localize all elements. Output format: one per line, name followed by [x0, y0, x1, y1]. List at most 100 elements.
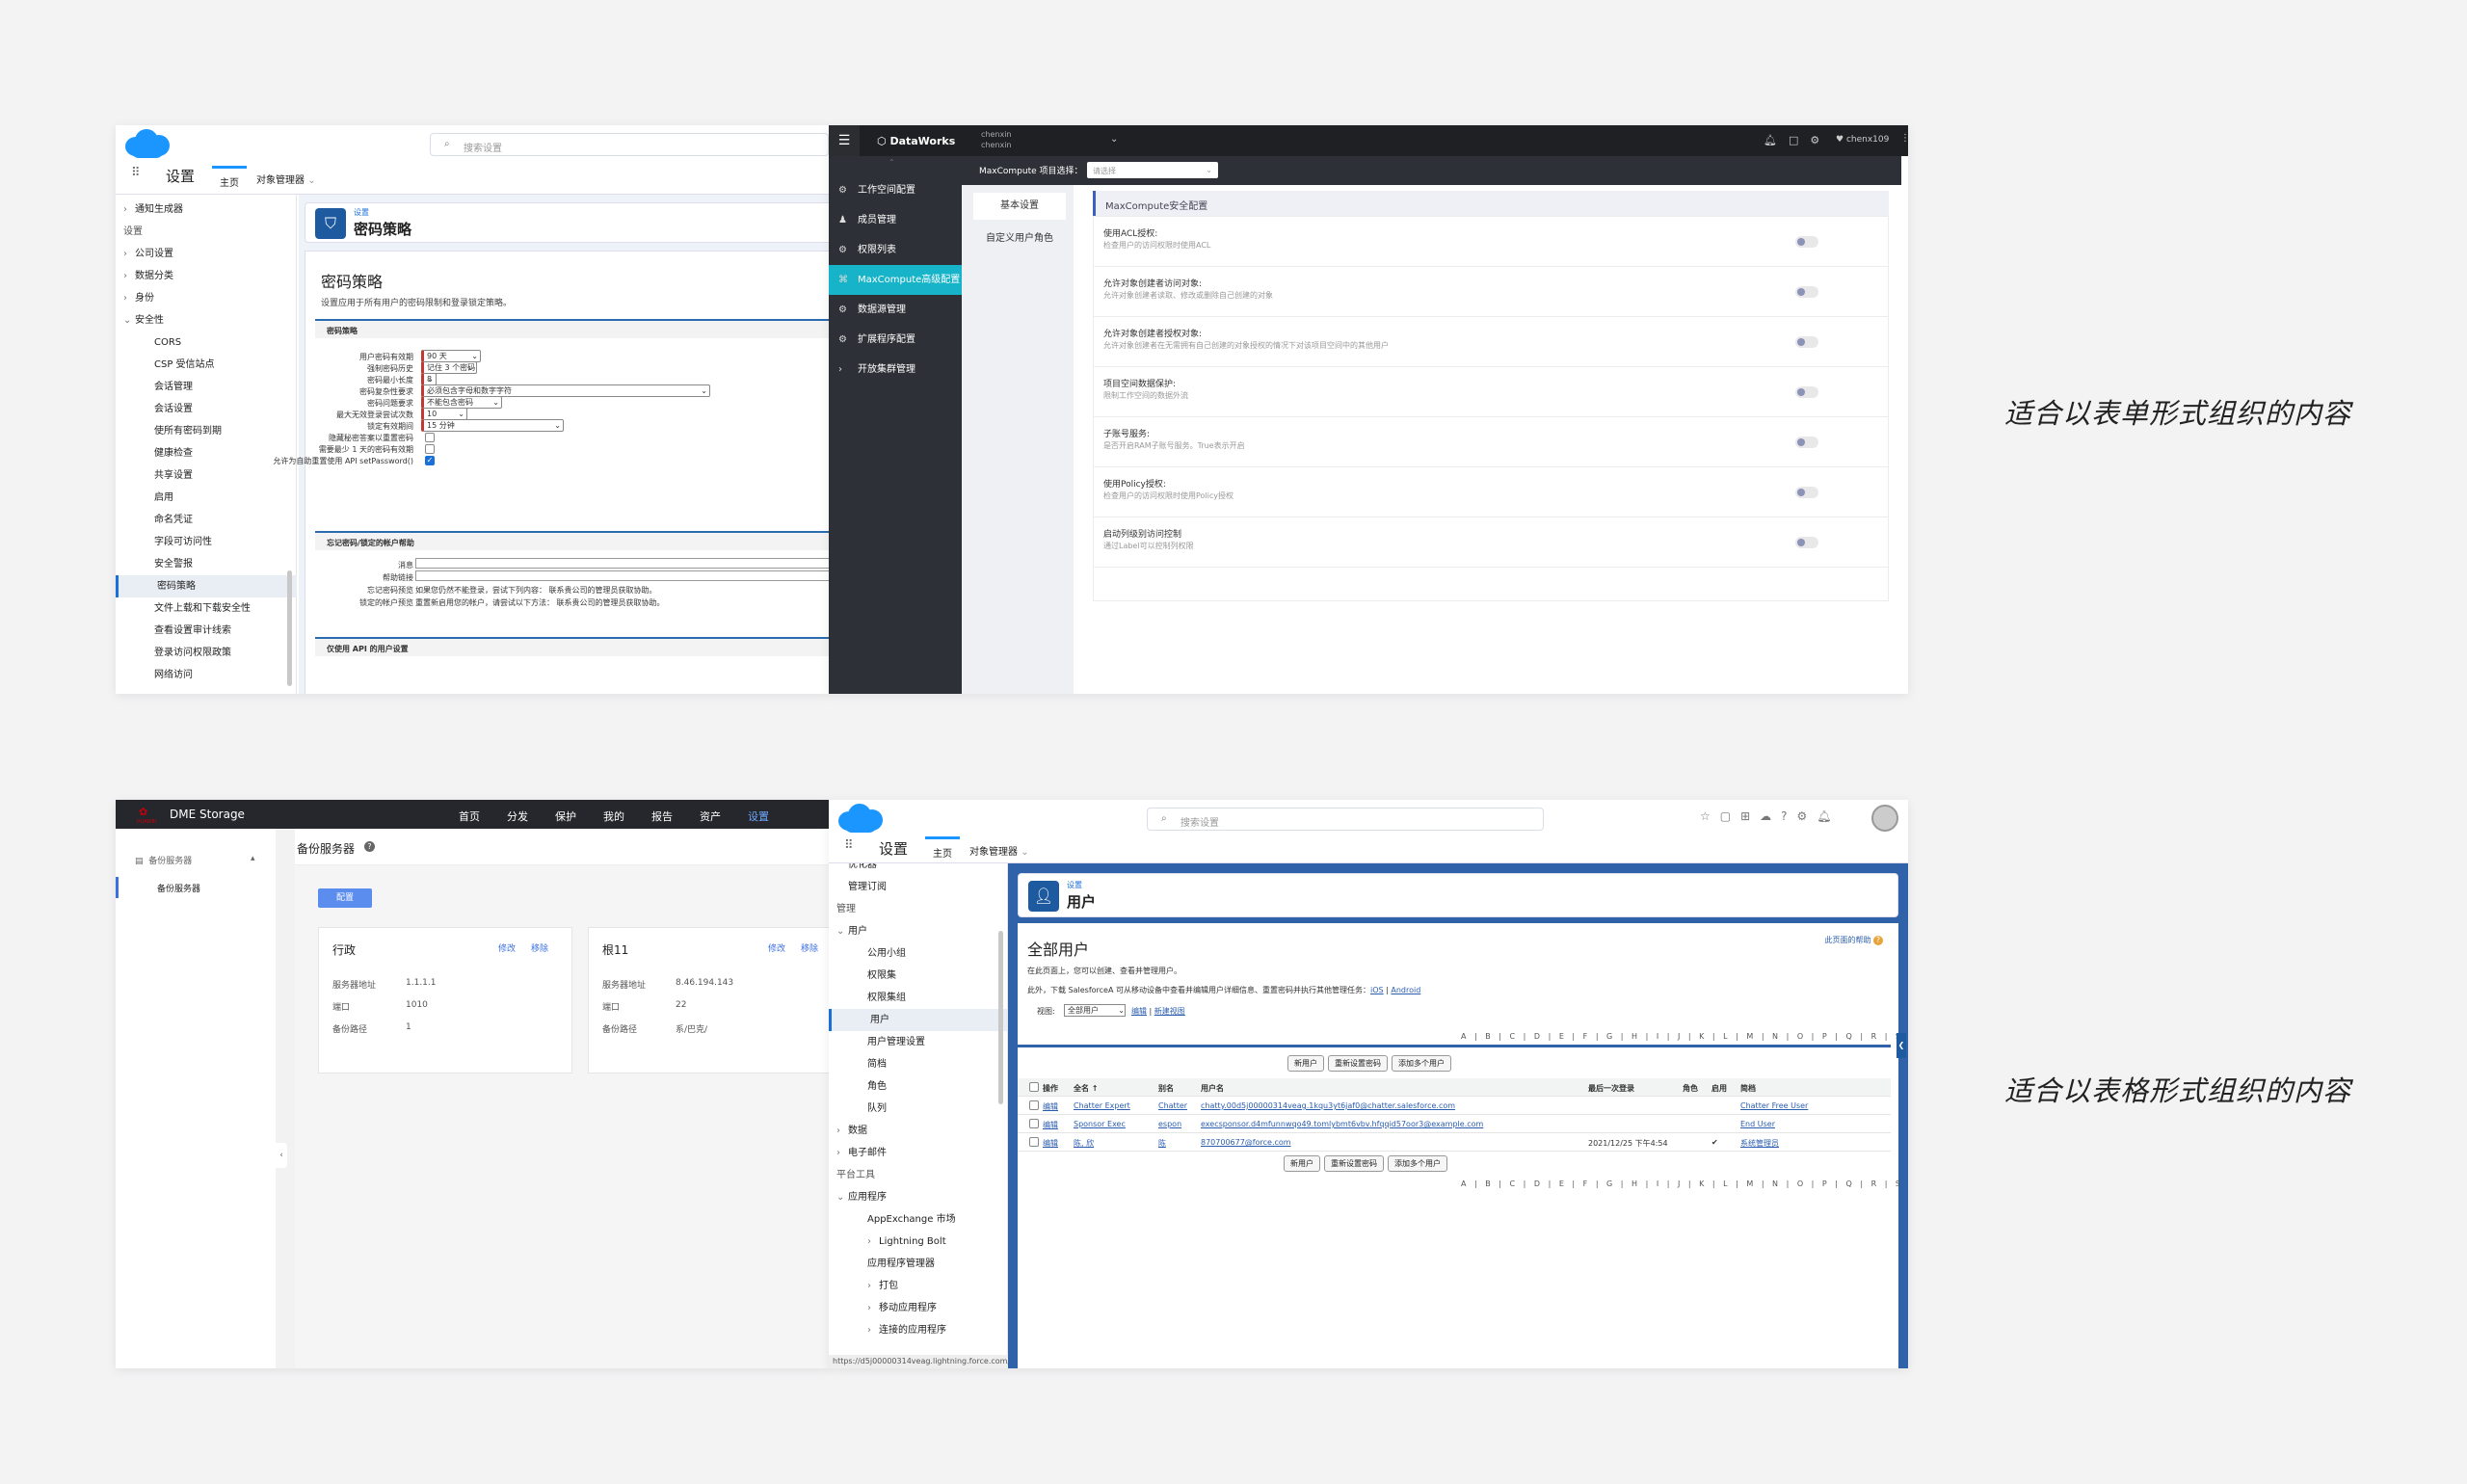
cell-alias[interactable]: espon [1158, 1120, 1181, 1128]
nav-item[interactable]: 保护 [555, 808, 576, 824]
help-link[interactable]: 此页面的帮助 ? [1824, 935, 1883, 945]
dw-nav-item[interactable]: ⚙︎ 扩展程序配置 [829, 325, 962, 355]
help-icon[interactable]: ? [364, 841, 375, 852]
cell-action[interactable]: 编辑 [1043, 1138, 1058, 1149]
table-row[interactable]: 编辑 Sponsor Exec espon execsponsor.d4mfunnwq… [1018, 1115, 1891, 1133]
sidebar-item[interactable]: › Lightning Bolt [829, 1231, 1007, 1253]
column-header[interactable]: 操作 [1043, 1083, 1058, 1094]
edit-view-link[interactable]: 编辑 [1131, 1007, 1147, 1016]
remove-link[interactable]: 移除 [801, 941, 818, 954]
tab-object-manager[interactable]: 对象管理器 ⌄ [969, 843, 1029, 858]
sidebar-item[interactable]: 字段可访问性 [116, 531, 297, 553]
sidebar-item[interactable]: › 数据 [829, 1120, 1007, 1142]
sidebar-item[interactable]: 命名凭证 [116, 509, 297, 531]
sidebar-item[interactable]: 简档 [829, 1053, 1007, 1075]
sidebar-item[interactable]: 优化器 [829, 863, 1007, 876]
edit-link[interactable]: 修改 [768, 941, 785, 954]
cell-username[interactable]: chatty.00d5j00000314veag.1kqu3yt6jaf0@ch… [1201, 1101, 1455, 1110]
sidebar-item[interactable]: 登录访问权限政策 [116, 642, 297, 664]
cell-name[interactable]: Chatter Expert [1074, 1101, 1130, 1110]
column-header[interactable]: 别名 [1158, 1083, 1174, 1094]
sidebar-item[interactable]: CSP 受信站点 [116, 354, 297, 376]
app-launcher-icon[interactable]: ⠿ [844, 838, 854, 853]
sidebar-item[interactable]: 应用程序管理器 [829, 1253, 1007, 1275]
reset-password-button[interactable]: 重新设置密码 [1328, 1055, 1388, 1072]
collapse-icon[interactable]: ⌃ [889, 158, 895, 167]
alpha-filter-bottom[interactable]: A | B | C | D | E | F | G | H | I | J | … [1461, 1179, 1908, 1189]
setting-toggle[interactable] [1795, 336, 1818, 348]
nav-item[interactable]: 我的 [603, 808, 624, 824]
sidebar-item[interactable]: › 打包 [829, 1275, 1007, 1297]
row-checkbox[interactable] [1029, 1100, 1039, 1110]
new-user-button[interactable]: 新用户 [1287, 1055, 1324, 1072]
cell-alias[interactable]: 陈 [1158, 1138, 1166, 1149]
help-field-input[interactable] [415, 558, 829, 569]
sidebar-item[interactable]: › 电子邮件 [829, 1142, 1007, 1164]
sidebar-item[interactable]: 会话管理 [116, 376, 297, 398]
dw-nav-item[interactable]: ⚙︎ 权限列表 [829, 235, 962, 265]
cell-profile[interactable]: 系统管理员 [1740, 1138, 1779, 1149]
row-checkbox[interactable] [1029, 1137, 1039, 1147]
help-field-input[interactable] [415, 570, 829, 581]
row-checkbox[interactable] [1029, 1119, 1039, 1128]
chevron-down-icon[interactable]: ⌄ [1110, 134, 1118, 145]
cell-username[interactable]: 870700677@force.com [1201, 1138, 1291, 1147]
cell-action[interactable]: 编辑 [1043, 1120, 1058, 1130]
field-select[interactable]: 15 分钟 ⌄ [421, 419, 564, 432]
setting-toggle[interactable] [1795, 286, 1818, 298]
sidebar-item[interactable]: 密码策略 [116, 575, 297, 597]
setting-toggle[interactable] [1795, 386, 1818, 398]
sidebar-item[interactable]: › 移动应用程序 [829, 1297, 1007, 1319]
scrollbar[interactable] [287, 570, 292, 686]
more-icon[interactable]: ⋮ [1900, 133, 1908, 144]
sidebar-item[interactable]: › 数据分类 [116, 265, 297, 287]
config-button[interactable]: 配置 [318, 888, 372, 908]
column-header[interactable]: 用户名 [1201, 1083, 1224, 1094]
account-switcher[interactable]: chenxin chenxin [981, 129, 1012, 150]
table-row[interactable]: 编辑 Chatter Expert Chatter chatty.00d5j00000… [1018, 1097, 1891, 1115]
dw-nav-item[interactable]: ⚙︎ 数据源管理 [829, 295, 962, 325]
android-link[interactable]: Android [1391, 986, 1420, 994]
new-user-button-bottom[interactable]: 新用户 [1284, 1155, 1320, 1172]
sidebar-item[interactable]: 角色 [829, 1075, 1007, 1098]
nav-item[interactable]: 报告 [651, 808, 673, 824]
new-view-link[interactable]: 新建视图 [1154, 1007, 1185, 1016]
sidebar-item[interactable]: › 通知生成器 [116, 199, 297, 221]
sidebar-item[interactable]: › 公司设置 [116, 243, 297, 265]
nav-item[interactable]: 资产 [700, 808, 721, 824]
sidebar-item[interactable]: 公用小组 [829, 942, 1007, 965]
sidebar-item[interactable]: 启用 [116, 487, 297, 509]
setting-toggle[interactable] [1795, 487, 1818, 498]
field-checkbox[interactable] [425, 433, 435, 442]
app-launcher-icon[interactable]: ⠿ [131, 166, 142, 180]
sidebar-item-backup-server[interactable]: 备份服务器 [116, 877, 276, 898]
tab-home[interactable]: 主页 [212, 166, 247, 195]
alpha-filter-top[interactable]: A | B | C | D | E | F | G | H | I | J | … [1461, 1031, 1908, 1042]
setting-toggle[interactable] [1795, 537, 1818, 548]
sidebar-item[interactable]: ⌄ 应用程序 [829, 1186, 1007, 1208]
setting-toggle[interactable] [1795, 236, 1818, 248]
sidebar-item[interactable]: 查看设置审计线索 [116, 620, 297, 642]
tab-home[interactable]: 主页 [925, 836, 960, 863]
dw-nav-item[interactable]: ⚙︎ 工作空间配置 [829, 175, 962, 205]
sidebar-item[interactable]: 使所有密码到期 [116, 420, 297, 442]
search-input[interactable]: ⌕ 搜索设置 [1147, 808, 1544, 831]
column-header[interactable]: 最后一次登录 [1588, 1083, 1634, 1094]
toolbar-icons[interactable]: 🔔︎□⚙︎ [1764, 134, 1831, 146]
reset-password-button-bottom[interactable]: 重新设置密码 [1324, 1155, 1384, 1172]
nav-item[interactable]: 首页 [459, 808, 480, 824]
edit-link[interactable]: 修改 [498, 941, 516, 954]
cell-name[interactable]: Sponsor Exec [1074, 1120, 1126, 1128]
collapse-sidebar-icon[interactable]: ‹ [276, 1143, 287, 1168]
add-multiple-users-button-bottom[interactable]: 添加多个用户 [1388, 1155, 1447, 1172]
field-checkbox[interactable] [425, 444, 435, 454]
sidebar-item[interactable]: 权限集 [829, 965, 1007, 987]
sidebar-item[interactable]: 文件上载和下载安全性 [116, 597, 297, 620]
cell-profile[interactable]: End User [1740, 1120, 1775, 1128]
select-all-checkbox[interactable] [1029, 1082, 1039, 1092]
sidebar-item[interactable]: 会话设置 [116, 398, 297, 420]
sidebar-item[interactable]: AppExchange 市场 [829, 1208, 1007, 1231]
nav-item[interactable]: 分发 [507, 808, 528, 824]
dw-nav-item[interactable]: ⌘ MaxCompute高级配置 [829, 265, 962, 295]
sidebar-item[interactable]: 网络访问 [116, 664, 297, 686]
